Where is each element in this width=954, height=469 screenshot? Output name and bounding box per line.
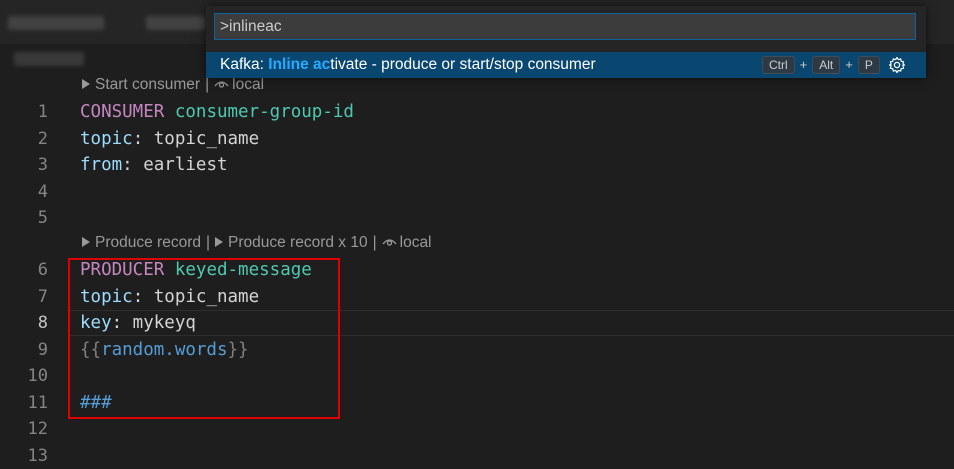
produce-record-x10-link[interactable]: Produce record x 10 — [228, 234, 368, 251]
cluster-local-link[interactable]: local — [400, 234, 432, 251]
gear-icon[interactable] — [888, 56, 906, 74]
key-alt: Alt — [812, 56, 840, 74]
key-plus: + — [845, 52, 853, 78]
command-palette-input[interactable]: >inlineac — [214, 13, 916, 40]
command-palette-item[interactable]: Kafka: Inline activate - produce or star… — [206, 52, 926, 78]
value-token: : earliest — [122, 155, 227, 175]
keyword-token: CONSUMER — [80, 102, 164, 122]
cluster-local-link[interactable]: local — [232, 76, 264, 93]
eye-icon — [214, 79, 229, 89]
keybinding: Ctrl+Alt+P — [762, 52, 880, 78]
codelens-separator: | — [205, 76, 209, 93]
play-icon — [82, 79, 90, 89]
tab-title-blurred[interactable] — [8, 16, 104, 30]
eye-icon — [382, 237, 397, 247]
code-text: topic: topic_name — [80, 126, 259, 153]
property-token: from — [80, 155, 122, 175]
identifier-token: consumer-group-id — [164, 102, 354, 122]
code-line: 1 CONSUMER consumer-group-id — [0, 99, 954, 126]
code-line: 2 topic: topic_name — [0, 126, 954, 153]
code-text: CONSUMER consumer-group-id — [80, 99, 354, 126]
codelens-separator: | — [206, 234, 210, 251]
line-number: 6 — [0, 257, 48, 284]
line-number: 10 — [0, 363, 48, 390]
line-number: 12 — [0, 416, 48, 443]
play-icon — [82, 237, 90, 247]
codelens-producer: Produce record | Produce record x 10 | local — [82, 230, 432, 256]
value-token: : topic_name — [133, 129, 259, 149]
line-number: 4 — [0, 179, 48, 206]
annotation-highlight-box — [68, 258, 340, 419]
line-number: 7 — [0, 284, 48, 311]
code-line: 12 — [0, 416, 954, 443]
code-line: 13 — [0, 443, 954, 469]
line-number: 11 — [0, 390, 48, 417]
code-line: 5 — [0, 205, 954, 232]
line-number: 2 — [0, 126, 48, 153]
breadcrumb[interactable] — [14, 52, 84, 66]
codelens-separator: | — [373, 234, 377, 251]
command-label: Kafka: Inline activate - produce or star… — [220, 52, 596, 78]
start-consumer-link[interactable]: Start consumer — [95, 76, 200, 93]
command-category: Kafka: — [220, 56, 268, 73]
command-palette: >inlineac Kafka: Inline activate - produ… — [206, 6, 926, 78]
command-match-highlight: Inline ac — [268, 56, 330, 73]
code-line: 4 — [0, 179, 954, 206]
key-plus: + — [800, 52, 808, 78]
code-text: from: earliest — [80, 152, 228, 179]
line-number: 9 — [0, 337, 48, 364]
line-number: 13 — [0, 443, 48, 469]
command-label-rest: tivate - produce or start/stop consumer — [330, 56, 595, 73]
line-number: 8 — [0, 310, 48, 337]
line-number: 3 — [0, 152, 48, 179]
line-number: 5 — [0, 205, 48, 232]
code-line: 3 from: earliest — [0, 152, 954, 179]
tab-title-blurred[interactable] — [146, 16, 206, 30]
play-icon — [215, 237, 223, 247]
key-ctrl: Ctrl — [762, 56, 795, 74]
produce-record-link[interactable]: Produce record — [95, 234, 201, 251]
line-number: 1 — [0, 99, 48, 126]
property-token: topic — [80, 129, 133, 149]
key-p: P — [858, 56, 880, 74]
